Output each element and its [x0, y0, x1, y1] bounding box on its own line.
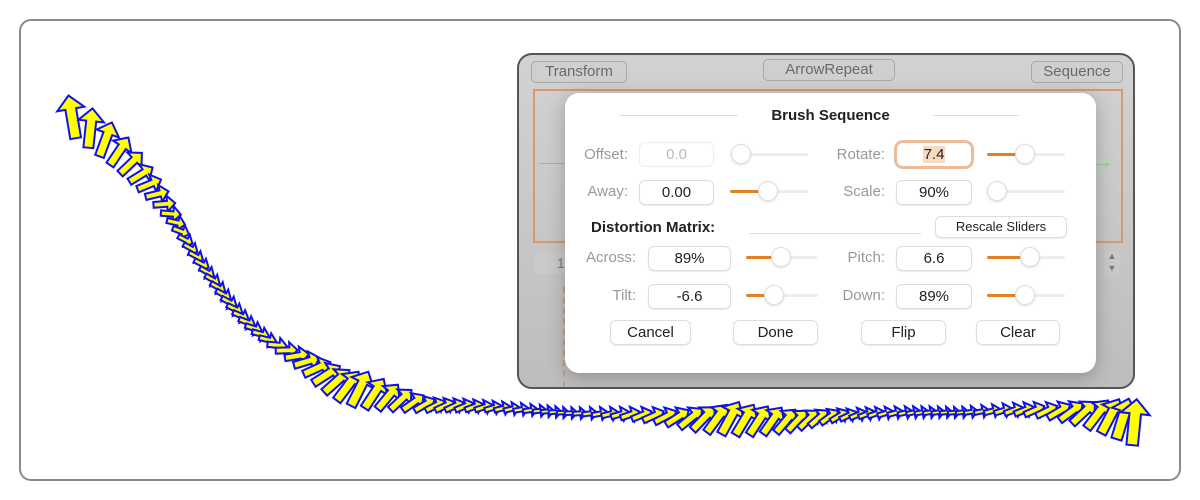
rotate-slider[interactable]	[987, 144, 1065, 164]
slider-knob[interactable]	[731, 145, 750, 163]
stepper-icon[interactable]: ▲ ▼	[1104, 250, 1120, 276]
transform-button[interactable]: Transform	[531, 61, 627, 83]
divider	[749, 233, 921, 234]
slider-knob[interactable]	[988, 182, 1007, 200]
down-label: Down:	[842, 287, 885, 304]
clear-button[interactable]: Clear	[977, 321, 1059, 344]
scale-label: Scale:	[843, 183, 885, 200]
away-field[interactable]: 0.00	[640, 181, 713, 204]
flip-button[interactable]: Flip	[862, 321, 945, 344]
rotate-field[interactable]: 7.4	[897, 143, 971, 166]
slider-knob[interactable]	[759, 182, 778, 200]
brush-sequence-dialog: Brush Sequence Offset: 0.0 Rotate: 7.4 A…	[565, 93, 1096, 373]
panel-title: ArrowRepeat	[763, 59, 895, 81]
scale-slider[interactable]	[987, 181, 1065, 201]
tilt-label: Tilt:	[612, 287, 636, 304]
down-field[interactable]: 89%	[897, 285, 971, 308]
across-field[interactable]: 89%	[649, 247, 730, 270]
distortion-matrix-label: Distortion Matrix:	[591, 219, 716, 236]
rescale-sliders-button[interactable]: Rescale Sliders	[936, 217, 1066, 237]
rotate-label: Rotate:	[836, 146, 885, 163]
pitch-slider[interactable]	[987, 247, 1065, 267]
tilt-field[interactable]: -6.6	[649, 285, 730, 308]
down-slider[interactable]	[987, 285, 1065, 305]
divider	[933, 115, 1019, 116]
slider-fill	[987, 256, 1025, 259]
offset-field[interactable]: 0.0	[640, 143, 713, 166]
slider-knob[interactable]	[765, 286, 784, 304]
rotate-value: 7.4	[922, 146, 946, 163]
cancel-button[interactable]: Cancel	[611, 321, 690, 344]
offset-label: Offset:	[584, 146, 628, 163]
done-button[interactable]: Done	[734, 321, 817, 344]
arrow-right-icon: →	[1093, 151, 1113, 173]
slider-knob[interactable]	[1016, 286, 1035, 304]
slider-knob[interactable]	[1020, 248, 1039, 266]
pitch-label: Pitch:	[847, 249, 885, 266]
across-label: Across:	[585, 249, 636, 266]
scale-field[interactable]: 90%	[897, 181, 971, 204]
sequence-button[interactable]: Sequence	[1031, 61, 1123, 83]
slider-knob[interactable]	[1016, 145, 1035, 163]
pitch-field[interactable]: 6.6	[897, 247, 971, 270]
slider-knob[interactable]	[772, 248, 791, 266]
away-label: Away:	[587, 183, 628, 200]
